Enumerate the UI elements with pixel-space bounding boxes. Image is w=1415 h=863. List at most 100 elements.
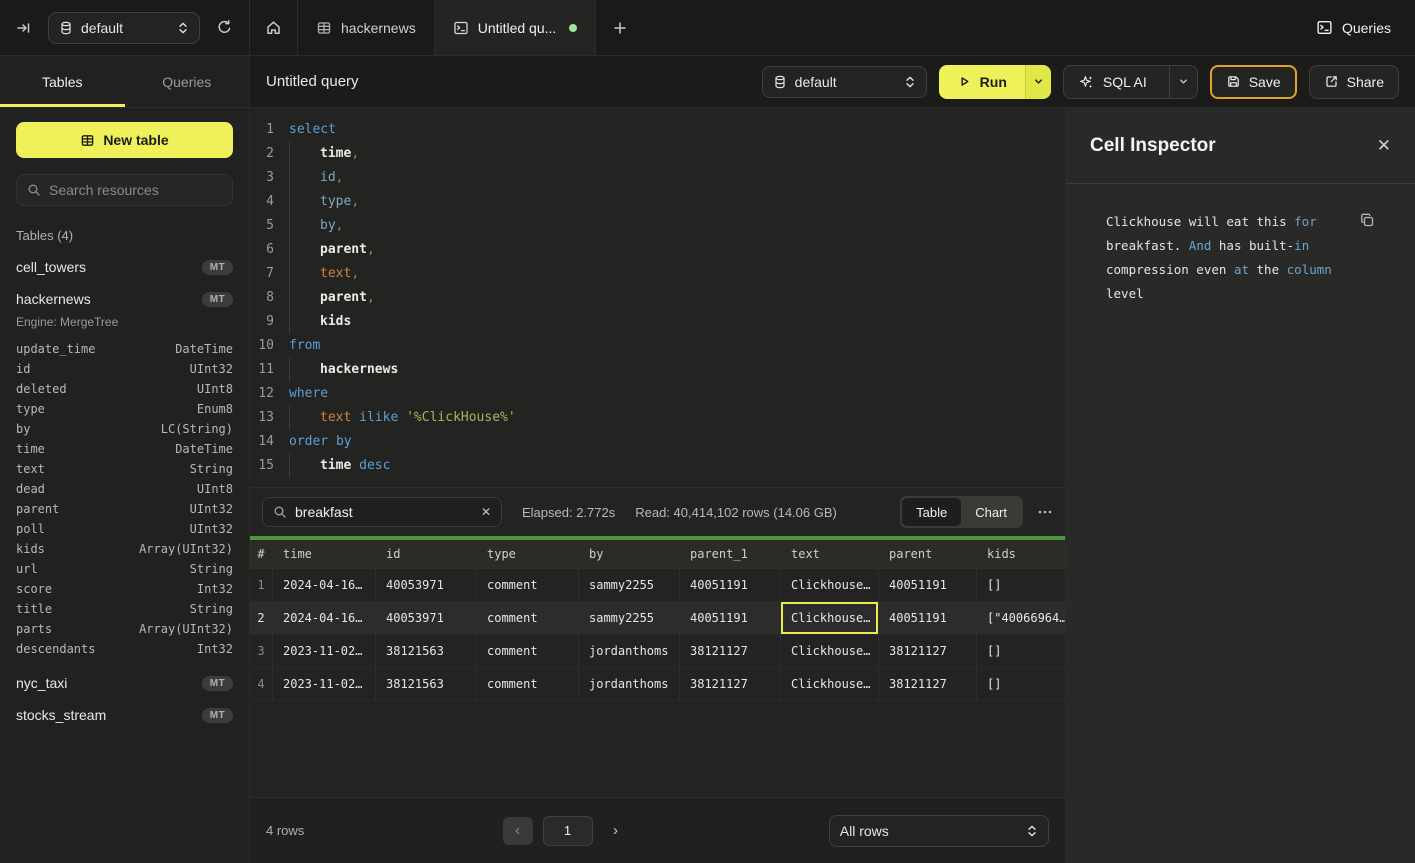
collapse-sidebar-icon[interactable] xyxy=(16,20,32,36)
copy-icon[interactable] xyxy=(1359,212,1375,228)
cell[interactable]: comment xyxy=(477,635,579,668)
cell-inspector-header: Cell Inspector ✕ xyxy=(1066,108,1415,184)
cell[interactable]: 38121127 xyxy=(680,635,781,668)
cell[interactable]: 38121127 xyxy=(680,668,781,701)
sidebar-item-stocks-stream[interactable]: stocks_stream MT xyxy=(16,707,233,723)
refresh-icon[interactable] xyxy=(216,19,233,36)
sql-editor[interactable]: 1select 2time, 3id, 4type, 5by, 6parent,… xyxy=(250,108,1065,488)
col-header-id[interactable]: id xyxy=(376,540,477,569)
schema-row: descendantsInt32 xyxy=(16,639,233,659)
cell[interactable]: [] xyxy=(977,569,1065,602)
code-line: 7text, xyxy=(250,262,1065,286)
cell[interactable]: 2023-11-02… xyxy=(273,635,376,668)
cell[interactable]: 38121563 xyxy=(376,635,477,668)
cell[interactable]: 40051191 xyxy=(680,602,781,635)
results-search-input[interactable] xyxy=(295,504,473,520)
query-database-selector[interactable]: default xyxy=(762,66,927,98)
sidebar-tab-queries[interactable]: Queries xyxy=(125,56,250,107)
selected-cell[interactable]: Clickhouse… xyxy=(781,602,879,635)
code-line: 9kids xyxy=(250,310,1065,334)
run-button[interactable]: Run xyxy=(939,65,1025,99)
tables-section-label: Tables (4) xyxy=(16,228,233,243)
queries-button[interactable]: Queries xyxy=(1316,19,1391,36)
col-header-type[interactable]: type xyxy=(477,540,579,569)
next-page-button[interactable]: › xyxy=(601,817,631,845)
col-header-kids[interactable]: kids xyxy=(977,540,1065,569)
share-button[interactable]: Share xyxy=(1309,65,1399,99)
cell[interactable]: 2024-04-16… xyxy=(273,602,376,635)
run-options-button[interactable] xyxy=(1025,65,1051,99)
cell[interactable]: Clickhouse… xyxy=(781,635,879,668)
cell[interactable]: 40053971 xyxy=(376,602,477,635)
col-header-parent[interactable]: parent xyxy=(879,540,977,569)
more-options-icon[interactable] xyxy=(1037,504,1053,520)
save-button[interactable]: Save xyxy=(1210,65,1297,99)
save-button-label: Save xyxy=(1249,74,1281,90)
toggle-table[interactable]: Table xyxy=(902,498,961,526)
sidebar-item-nyc-taxi[interactable]: nyc_taxi MT xyxy=(16,675,233,691)
cell[interactable]: [] xyxy=(977,668,1065,701)
cell[interactable]: 38121127 xyxy=(879,635,977,668)
sidebar-item-hackernews[interactable]: hackernews MT xyxy=(16,291,233,307)
col-header-time[interactable]: time xyxy=(273,540,376,569)
cell[interactable]: comment xyxy=(477,569,579,602)
code-line: 4type, xyxy=(250,190,1065,214)
top-bar: default hackernews Untitled qu... xyxy=(0,0,1415,56)
cell[interactable]: 38121127 xyxy=(879,668,977,701)
prev-page-button[interactable]: ‹ xyxy=(503,817,533,845)
cell[interactable]: 2024-04-16… xyxy=(273,569,376,602)
tab-untitled-query[interactable]: Untitled qu... xyxy=(435,0,597,55)
database-selector[interactable]: default xyxy=(48,12,200,44)
schema-row: byLC(String) xyxy=(16,419,233,439)
col-header-text[interactable]: text xyxy=(781,540,879,569)
code-line: 15time desc xyxy=(250,454,1065,478)
table-icon xyxy=(316,20,332,36)
cell[interactable]: comment xyxy=(477,602,579,635)
page-size-selector[interactable]: All rows xyxy=(829,815,1049,847)
cell[interactable]: sammy2255 xyxy=(579,602,680,635)
engine-label: Engine: MergeTree xyxy=(16,315,233,329)
sidebar-item-cell-towers[interactable]: cell_towers MT xyxy=(16,259,233,275)
cell[interactable]: 2023-11-02… xyxy=(273,668,376,701)
resource-search-input[interactable] xyxy=(49,182,230,198)
sidebar-tab-tables[interactable]: Tables xyxy=(0,56,125,107)
cell[interactable]: 40051191 xyxy=(680,569,781,602)
tab-hackernews[interactable]: hackernews xyxy=(298,0,435,55)
page-size-value: All rows xyxy=(840,823,1018,839)
cell[interactable]: jordanthoms xyxy=(579,668,680,701)
cell[interactable]: 40051191 xyxy=(879,602,977,635)
toggle-chart[interactable]: Chart xyxy=(961,498,1021,526)
cell-inspector-content: Clickhouse will eat this for breakfast. … xyxy=(1066,184,1415,306)
results-table: # time id type by parent_1 text parent k… xyxy=(250,540,1065,701)
cell[interactable]: sammy2255 xyxy=(579,569,680,602)
col-header-parent-1[interactable]: parent_1 xyxy=(680,540,781,569)
cell[interactable]: 38121563 xyxy=(376,668,477,701)
cell[interactable]: ["40066964… xyxy=(977,602,1065,635)
row-number: 3 xyxy=(250,635,273,668)
read-stat: Read: 40,414,102 rows (14.06 GB) xyxy=(635,505,837,520)
code-line: 8parent, xyxy=(250,286,1065,310)
tab-untitled-label: Untitled qu... xyxy=(478,20,557,36)
new-tab-button[interactable] xyxy=(596,0,644,55)
page-number-input[interactable] xyxy=(543,816,593,846)
schema-row: partsArray(UInt32) xyxy=(16,619,233,639)
clear-search-icon[interactable]: ✕ xyxy=(481,505,491,519)
tab-home[interactable] xyxy=(250,0,298,55)
sidebar: Tables Queries New table Tables (4) cell… xyxy=(0,56,250,863)
sql-ai-button[interactable]: SQL AI xyxy=(1064,66,1161,98)
new-table-button[interactable]: New table xyxy=(16,122,233,158)
cell[interactable]: 40051191 xyxy=(879,569,977,602)
close-icon[interactable]: ✕ xyxy=(1377,136,1391,156)
col-header-by[interactable]: by xyxy=(579,540,680,569)
col-header-index[interactable]: # xyxy=(250,540,273,569)
row-number: 4 xyxy=(250,668,273,701)
cell[interactable]: jordanthoms xyxy=(579,635,680,668)
sql-ai-options-button[interactable] xyxy=(1169,66,1197,98)
cell[interactable]: Clickhouse… xyxy=(781,569,879,602)
cell[interactable]: [] xyxy=(977,635,1065,668)
cell[interactable]: comment xyxy=(477,668,579,701)
cell[interactable]: 40053971 xyxy=(376,569,477,602)
database-selector-value: default xyxy=(81,20,169,36)
table-row: 3 2023-11-02… 38121563 comment jordantho… xyxy=(250,635,1065,668)
cell[interactable]: Clickhouse… xyxy=(781,668,879,701)
